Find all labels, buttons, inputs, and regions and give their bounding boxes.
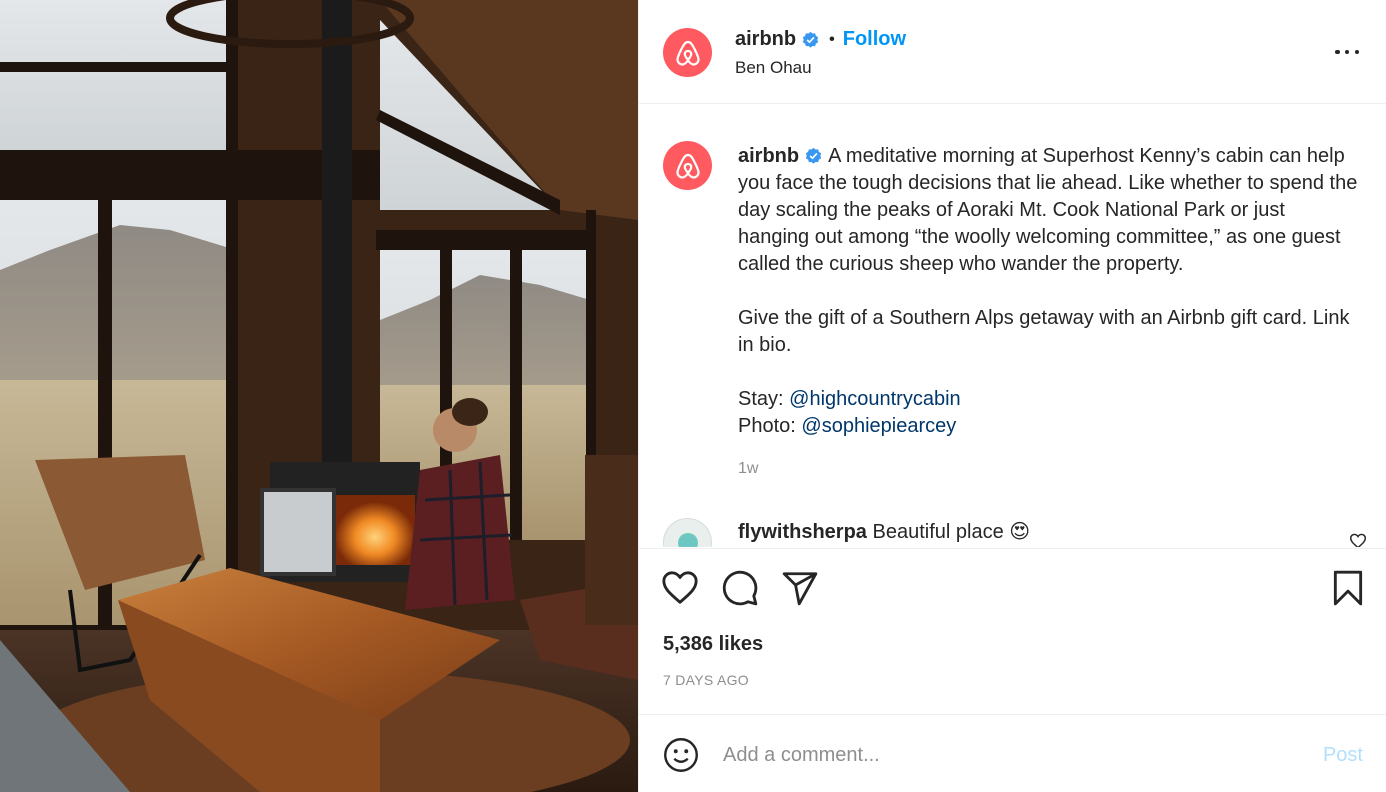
location-link[interactable]: Ben Ohau <box>735 58 812 78</box>
comment-input[interactable] <box>723 735 1283 775</box>
heart-icon[interactable] <box>661 569 699 607</box>
cabin-interior-image <box>0 0 638 792</box>
post-actions: 5,386 likes 7 DAYS AGO <box>639 548 1386 714</box>
more-dot <box>1335 49 1340 55</box>
post-date[interactable]: 7 DAYS AGO <box>663 672 749 688</box>
verified-badge-icon <box>802 31 819 48</box>
comments-list[interactable]: airbnb A meditative morning at Superhost … <box>639 105 1386 547</box>
airbnb-logo-icon <box>675 40 700 66</box>
caption-photo-line: Photo: @sophiepiearcey <box>738 413 1358 440</box>
more-dot <box>1344 49 1350 55</box>
header-separator: • <box>829 30 835 48</box>
photo-label: Photo: <box>738 415 802 437</box>
post-photo[interactable] <box>0 0 638 792</box>
comment-like-heart-icon[interactable] <box>1349 533 1367 547</box>
caption-stay-line: Stay: @highcountrycabin <box>738 386 1358 413</box>
verified-badge-icon <box>805 147 822 164</box>
header-username[interactable]: airbnb <box>735 28 796 51</box>
comment-item: flywithsherpa Beautiful place 😍 <box>738 519 1030 545</box>
caption-username[interactable]: airbnb <box>738 145 799 167</box>
bookmark-icon[interactable] <box>1329 569 1367 607</box>
comment-icon[interactable] <box>721 569 759 607</box>
likes-count[interactable]: 5,386 likes <box>663 633 763 656</box>
post-side-panel: airbnb • Follow Ben Ohau airbnb A meditat… <box>638 0 1386 792</box>
more-horizontal-icon[interactable] <box>1335 42 1359 62</box>
follow-button[interactable]: Follow <box>843 28 906 51</box>
post-header: airbnb • Follow Ben Ohau <box>639 0 1386 104</box>
airbnb-logo-icon <box>675 153 700 179</box>
post-button[interactable]: Post <box>1323 744 1363 767</box>
caption-text-paragraph-2: Give the gift of a Southern Alps getaway… <box>738 307 1350 356</box>
emoji-icon[interactable] <box>663 737 699 773</box>
profile-avatar[interactable] <box>663 28 712 77</box>
more-dot <box>1354 49 1359 55</box>
photo-mention-link[interactable]: @sophiepiearcey <box>801 415 956 437</box>
comment-text: Beautiful place 😍 <box>872 521 1031 543</box>
share-icon[interactable] <box>781 569 819 607</box>
post-caption: airbnb A meditative morning at Superhost … <box>738 143 1358 440</box>
caption-avatar[interactable] <box>663 141 712 190</box>
caption-age[interactable]: 1w <box>738 460 758 478</box>
stay-mention-link[interactable]: @highcountrycabin <box>789 388 961 410</box>
stay-label: Stay: <box>738 388 790 410</box>
add-comment-bar: Post <box>639 714 1386 792</box>
caption-text-paragraph-1: A meditative morning at Superhost Kenny’… <box>738 145 1358 275</box>
commenter-username[interactable]: flywithsherpa <box>738 521 867 543</box>
commenter-avatar[interactable] <box>663 518 712 547</box>
header-user-line: airbnb • Follow <box>735 28 906 51</box>
